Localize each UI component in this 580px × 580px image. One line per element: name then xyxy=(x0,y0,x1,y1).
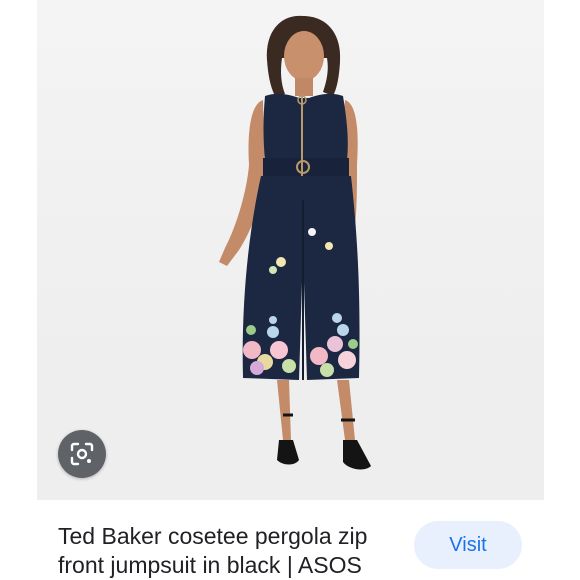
image-result-panel: Ted Baker cosetee pergola zip front jump… xyxy=(0,0,580,580)
product-image[interactable] xyxy=(37,0,544,500)
lens-search-button[interactable] xyxy=(58,430,106,478)
result-card xyxy=(37,0,544,580)
visit-button[interactable]: Visit xyxy=(414,521,522,569)
lens-search-icon xyxy=(70,442,94,466)
product-photo-icon xyxy=(37,0,544,500)
product-title[interactable]: Ted Baker cosetee pergola zip front jump… xyxy=(58,522,403,580)
result-caption: Ted Baker cosetee pergola zip front jump… xyxy=(37,500,544,580)
